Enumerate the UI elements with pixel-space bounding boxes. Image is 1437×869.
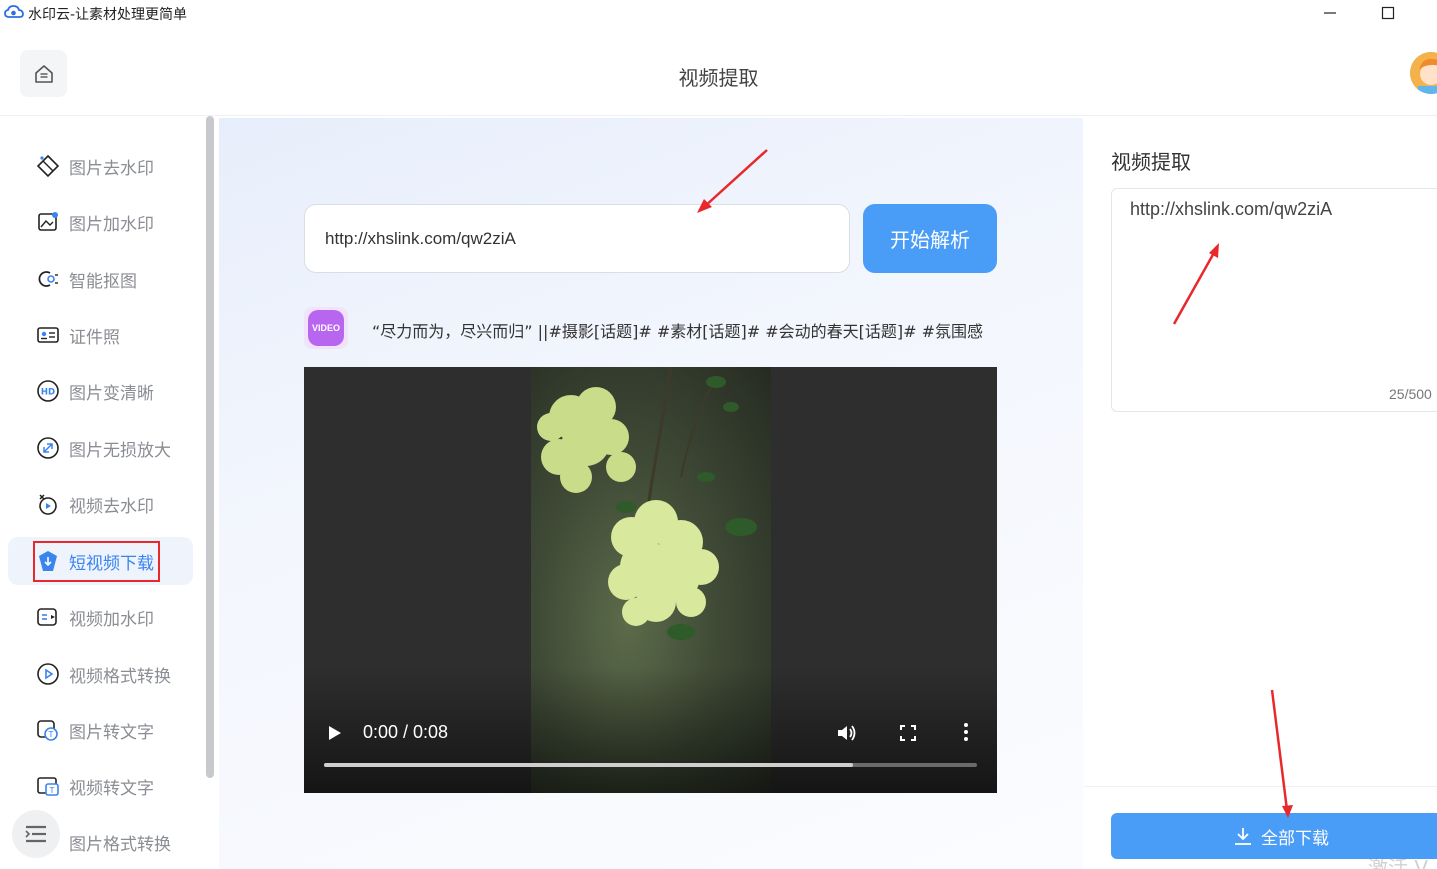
svg-text:HD: HD	[41, 388, 55, 398]
page-title: 视频提取	[678, 66, 759, 90]
sidebar-item-image-to-text[interactable]: T 图片转文字	[8, 706, 193, 754]
hd-icon: HD	[36, 379, 60, 403]
sidebar-item-label: 图片无损放大	[69, 440, 171, 461]
sidebar-item-image-sharpen[interactable]: HD 图片变清晰	[8, 367, 193, 415]
download-arrow-icon	[1233, 826, 1253, 846]
fullscreen-icon[interactable]	[899, 724, 917, 742]
video-remove-icon	[36, 492, 60, 516]
player-time: 0:00 / 0:08	[363, 722, 449, 742]
volume-icon[interactable]	[836, 723, 858, 743]
video-text-icon: T	[36, 774, 60, 798]
sidebar-item-label: 图片转文字	[69, 722, 154, 743]
page-header: 视频提取	[0, 26, 1437, 116]
sidebar-item-label: 视频转文字	[69, 778, 154, 799]
app-title: 水印云-让素材处理更简单	[28, 7, 188, 23]
sidebar-item-video-format-convert[interactable]: 视频格式转换	[8, 650, 193, 698]
sidebar-item-id-photo[interactable]: 证件照	[8, 311, 193, 359]
sidebar-scrollbar[interactable]	[206, 116, 214, 778]
video-description: “尽力而为，尽兴而归” ||#摄影[话题]# #素材[话题]# #会动的春天[话…	[372, 322, 984, 341]
maximize-button[interactable]	[1368, 2, 1408, 24]
video-badge: VIDEO	[304, 307, 348, 349]
sidebar-item-smart-cutout[interactable]: 智能抠图	[8, 255, 193, 303]
sidebar-item-video-to-text[interactable]: T 视频转文字	[8, 762, 193, 810]
progress-buffered	[324, 763, 853, 767]
svg-text:T: T	[48, 730, 54, 739]
sidebar-item-video-remove-watermark[interactable]: 视频去水印	[8, 480, 193, 528]
url-input[interactable]: http://xhslink.com/qw2ziA	[304, 204, 850, 273]
enlarge-icon	[36, 436, 60, 460]
sidebar-item-image-enlarge[interactable]: 图片无损放大	[8, 424, 193, 472]
sidebar-item-image-remove-watermark[interactable]: 图片去水印	[8, 142, 193, 190]
video-add-icon	[36, 605, 60, 629]
progress-track[interactable]	[324, 763, 977, 767]
more-options-icon[interactable]	[962, 722, 970, 742]
sidebar-item-label: 图片去水印	[69, 158, 154, 179]
eraser-icon	[36, 154, 60, 178]
app-window: 水印云-让素材处理更简单 视频提取 图片去水印 图片加水印 智能抠图 证件照 H…	[0, 0, 1437, 869]
sidebar-item-label: 视频去水印	[69, 496, 154, 517]
svg-text:T: T	[49, 786, 55, 795]
menu-button[interactable]	[12, 810, 60, 858]
minimize-icon	[1324, 12, 1336, 14]
id-photo-icon	[36, 323, 60, 347]
image-text-icon: T	[36, 718, 60, 742]
sidebar-item-label: 视频加水印	[69, 609, 154, 630]
maximize-icon	[1381, 6, 1395, 20]
footer-divider	[1084, 786, 1437, 787]
right-panel-title: 视频提取	[1111, 150, 1191, 174]
play-icon[interactable]	[326, 723, 344, 743]
video-badge-label: VIDEO	[308, 310, 344, 346]
sidebar-item-label: 图片变清晰	[69, 383, 154, 404]
annotation-highlight-box	[33, 541, 160, 582]
sidebar-item-label: 图片加水印	[69, 214, 154, 235]
char-count: 25/500	[1389, 386, 1432, 402]
sidebar-item-label: 视频格式转换	[69, 666, 171, 687]
download-all-label: 全部下载	[1261, 828, 1329, 849]
parse-button[interactable]: 开始解析	[863, 204, 997, 273]
menu-icon	[25, 825, 46, 843]
video-player[interactable]: 0:00 / 0:08	[304, 367, 997, 793]
sidebar-item-label: 智能抠图	[69, 271, 137, 292]
cloud-logo-icon	[4, 5, 24, 18]
cutout-icon	[36, 267, 60, 291]
sidebar-item-image-add-watermark[interactable]: 图片加水印	[8, 198, 193, 246]
extracted-text-area[interactable]: http://xhslink.com/qw2ziA	[1111, 188, 1437, 412]
minimize-button[interactable]	[1310, 2, 1350, 24]
image-add-icon	[36, 210, 60, 234]
title-bar: 水印云-让素材处理更简单	[0, 0, 1437, 26]
activation-watermark: 激活 V	[1368, 856, 1429, 869]
sidebar-item-label: 证件照	[69, 327, 120, 348]
play-circle-icon	[36, 662, 60, 686]
sidebar-item-video-add-watermark[interactable]: 视频加水印	[8, 593, 193, 641]
sidebar-item-label: 图片格式转换	[69, 834, 171, 855]
